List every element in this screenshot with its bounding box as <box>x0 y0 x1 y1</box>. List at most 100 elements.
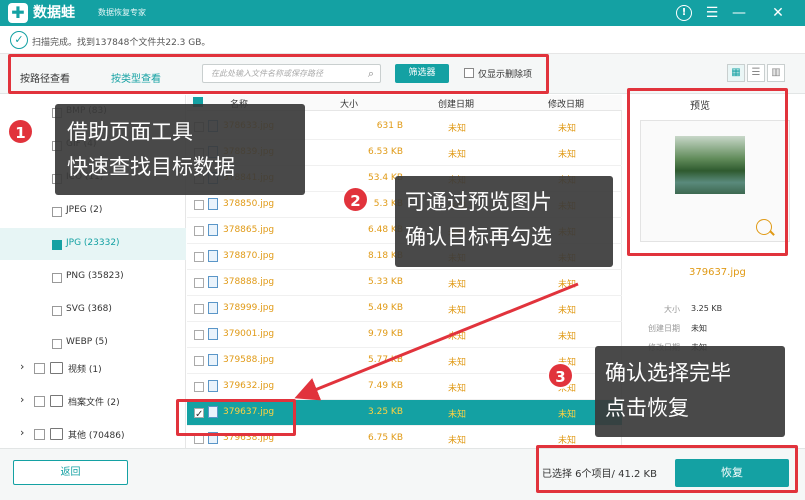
scan-complete-icon: ✓ <box>10 31 28 49</box>
row-file-name: 379588.jpg <box>223 355 275 365</box>
row-created-date: 未知 <box>448 358 467 368</box>
menu-icon[interactable]: ☰ <box>702 3 722 23</box>
close-button[interactable]: ✕ <box>768 3 788 23</box>
preview-thumbnail <box>675 136 745 194</box>
preview-meta-label: 大小 <box>664 305 680 314</box>
row-file-size: 7.49 KB <box>368 381 403 391</box>
row-checkbox[interactable] <box>194 356 204 366</box>
image-file-icon <box>208 328 218 340</box>
logo-icon: ✚ <box>8 3 28 23</box>
tree-item-checkbox[interactable] <box>52 306 62 316</box>
grid-view-icon[interactable]: ▦ <box>727 64 745 82</box>
image-file-icon <box>208 198 218 210</box>
row-modified-date: 未知 <box>558 280 577 290</box>
tree-group-checkbox[interactable] <box>34 363 45 374</box>
app-name: 数据蛙 <box>33 5 75 21</box>
tree-item-checkbox[interactable] <box>52 240 62 250</box>
folder-icon <box>50 428 63 440</box>
row-file-size: 3.25 KB <box>368 407 403 417</box>
row-created-date: 未知 <box>448 436 467 446</box>
row-created-date: 未知 <box>448 410 467 420</box>
row-checkbox[interactable] <box>194 304 204 314</box>
row-file-size: 5.49 KB <box>368 303 403 313</box>
recover-button[interactable]: 恢复 <box>675 459 789 487</box>
preview-file-name: 379637.jpg <box>689 267 746 278</box>
row-modified-date: 未知 <box>558 436 577 446</box>
search-input[interactable]: 在此处输入文件名称或保存路径 <box>202 64 381 83</box>
tree-item-label: WEBP (5) <box>66 337 108 347</box>
row-modified-date: 未知 <box>558 306 577 316</box>
preview-meta-value: 未知 <box>691 324 707 333</box>
row-created-date: 未知 <box>448 306 467 316</box>
row-file-size: 631 B <box>376 121 403 131</box>
callout-1-number: 1 <box>7 118 34 145</box>
column-size-header[interactable]: 大小 <box>340 97 358 110</box>
row-checkbox[interactable] <box>194 200 204 210</box>
selection-summary: 已选择 6个项目/ 41.2 KB <box>542 469 657 480</box>
search-icon[interactable]: ⌕ <box>362 64 380 83</box>
list-view-icon[interactable]: ☰ <box>747 64 765 82</box>
scan-status-text: 扫描完成。找到137848个文件共22.3 GB。 <box>32 38 211 48</box>
minimize-button[interactable]: — <box>729 3 749 23</box>
tree-item-label: PNG (35823) <box>66 271 124 281</box>
row-checkbox[interactable] <box>194 330 204 340</box>
chevron-right-icon[interactable]: › <box>20 360 24 373</box>
column-modified-header[interactable]: 修改日期 <box>548 97 584 110</box>
tree-group-checkbox[interactable] <box>34 429 45 440</box>
row-created-date: 未知 <box>448 280 467 290</box>
row-file-name: 378865.jpg <box>223 225 275 235</box>
row-file-name: 379632.jpg <box>223 381 275 391</box>
tree-item-checkbox[interactable] <box>52 273 62 283</box>
filter-button[interactable]: 筛选器 <box>395 64 449 83</box>
row-checkbox[interactable] <box>194 434 204 444</box>
callout-3-line-1: 确认选择完毕 <box>605 361 731 385</box>
row-modified-date: 未知 <box>558 150 577 160</box>
callout-2-line-2: 确认目标再勾选 <box>405 225 552 249</box>
row-checkbox[interactable] <box>194 226 204 236</box>
row-file-size: 5.77 KB <box>368 355 403 365</box>
show-deleted-label: 仅显示删除项 <box>478 70 533 80</box>
row-checkbox[interactable] <box>194 382 204 392</box>
image-file-icon <box>208 380 218 392</box>
chevron-right-icon[interactable]: › <box>20 426 24 439</box>
row-modified-date: 未知 <box>558 410 577 420</box>
row-checkbox[interactable] <box>194 252 204 262</box>
info-icon[interactable]: ! <box>676 5 692 21</box>
row-checkbox[interactable]: ✓ <box>194 408 204 420</box>
row-checkbox[interactable] <box>194 278 204 288</box>
row-file-name: 379638.jpg <box>223 433 275 443</box>
tree-group-label: 其他 (70486) <box>68 431 125 441</box>
row-file-name: 378870.jpg <box>223 251 275 261</box>
back-button[interactable]: 返回 <box>13 460 128 485</box>
row-file-size: 6.75 KB <box>368 433 403 443</box>
chevron-right-icon[interactable]: › <box>20 393 24 406</box>
row-created-date: 未知 <box>448 332 467 342</box>
view-by-type-tab[interactable]: 按类型查看 <box>111 70 161 85</box>
image-file-icon <box>208 224 218 236</box>
image-file-icon <box>208 432 218 444</box>
tree-item-checkbox[interactable] <box>52 339 62 349</box>
tree-group-label: 视频 (1) <box>68 365 102 375</box>
zoom-icon[interactable] <box>756 219 772 235</box>
tree-item-checkbox[interactable] <box>52 207 62 217</box>
image-file-icon <box>208 354 218 366</box>
tree-item-label: SVG (368) <box>66 304 112 314</box>
row-file-name: 379001.jpg <box>223 329 275 339</box>
row-file-size: 5.33 KB <box>368 277 403 287</box>
row-created-date: 未知 <box>448 124 467 134</box>
row-file-size: 8.18 KB <box>368 251 403 261</box>
row-created-date: 未知 <box>448 150 467 160</box>
preview-meta-value: 3.25 KB <box>691 304 723 313</box>
detail-view-icon[interactable]: ▥ <box>767 64 785 82</box>
row-file-size: 53.4 KB <box>368 173 403 183</box>
row-created-date: 未知 <box>448 384 467 394</box>
view-by-path-tab[interactable]: 按路径查看 <box>20 70 70 85</box>
column-created-header[interactable]: 创建日期 <box>438 97 474 110</box>
callout-2-line-1: 可通过预览图片 <box>405 190 552 214</box>
image-file-icon <box>208 406 218 418</box>
row-file-name: 379637.jpg <box>223 407 275 417</box>
callout-3-number: 3 <box>547 362 574 389</box>
tree-group-checkbox[interactable] <box>34 396 45 407</box>
image-file-icon <box>208 302 218 314</box>
show-deleted-checkbox[interactable] <box>464 68 474 78</box>
